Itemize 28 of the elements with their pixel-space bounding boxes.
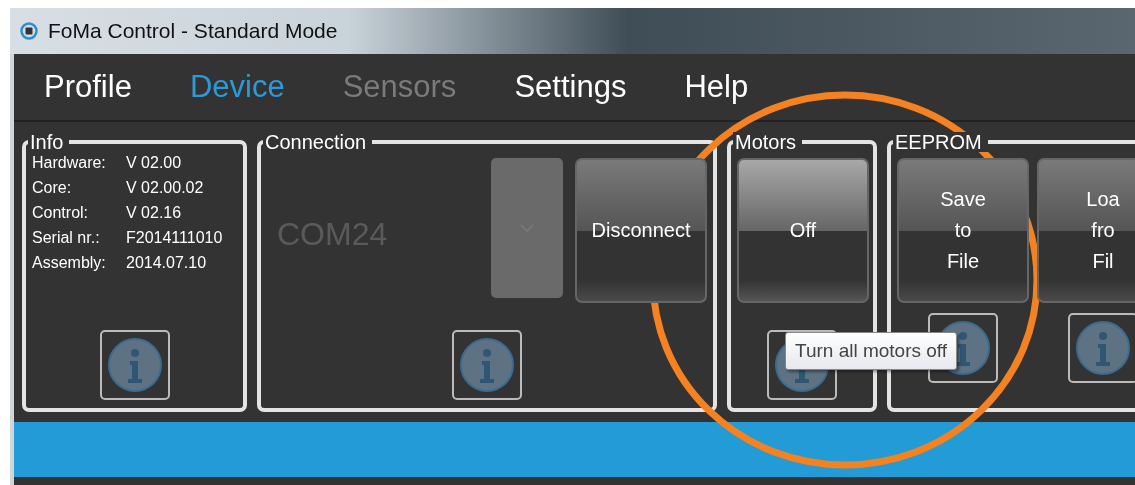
- motors-off-button[interactable]: Off: [737, 158, 869, 303]
- tooltip: Turn all motors off: [785, 332, 958, 370]
- group-title: EEPROM: [893, 132, 988, 152]
- menu-tab[interactable]: Device: [189, 69, 285, 105]
- window-title: FoMa Control - Standard Mode: [48, 19, 338, 43]
- info-value: V 02.16: [126, 204, 182, 222]
- info-label: Assembly:: [32, 254, 107, 272]
- info-icon: [459, 337, 515, 393]
- disconnect-button[interactable]: Disconnect: [575, 158, 707, 303]
- menu-tab[interactable]: Profile: [44, 69, 132, 105]
- info-value: V 02.00: [126, 154, 182, 172]
- info-value: F2014111010: [126, 229, 223, 247]
- info-label: Control:: [32, 204, 90, 222]
- info-label: Hardware:: [32, 154, 107, 172]
- info-button[interactable]: [452, 330, 522, 400]
- eeprom-button[interactable]: Save to File: [897, 158, 1029, 303]
- info-label: Core:: [32, 179, 73, 197]
- info-value: V 02.00.02: [126, 179, 204, 197]
- menu-tab[interactable]: Settings: [514, 69, 627, 105]
- info-button[interactable]: [99, 330, 170, 400]
- eeprom-button[interactable]: Loa fro Fil: [1037, 158, 1135, 303]
- app-logo-icon: [20, 22, 38, 40]
- info-label: Serial nr.:: [32, 229, 101, 247]
- info-icon: [1075, 320, 1131, 376]
- info-button[interactable]: [1068, 313, 1135, 383]
- info-icon: [106, 337, 163, 393]
- menu-tab[interactable]: Help: [684, 69, 749, 105]
- info-value: 2014.07.10: [126, 254, 207, 272]
